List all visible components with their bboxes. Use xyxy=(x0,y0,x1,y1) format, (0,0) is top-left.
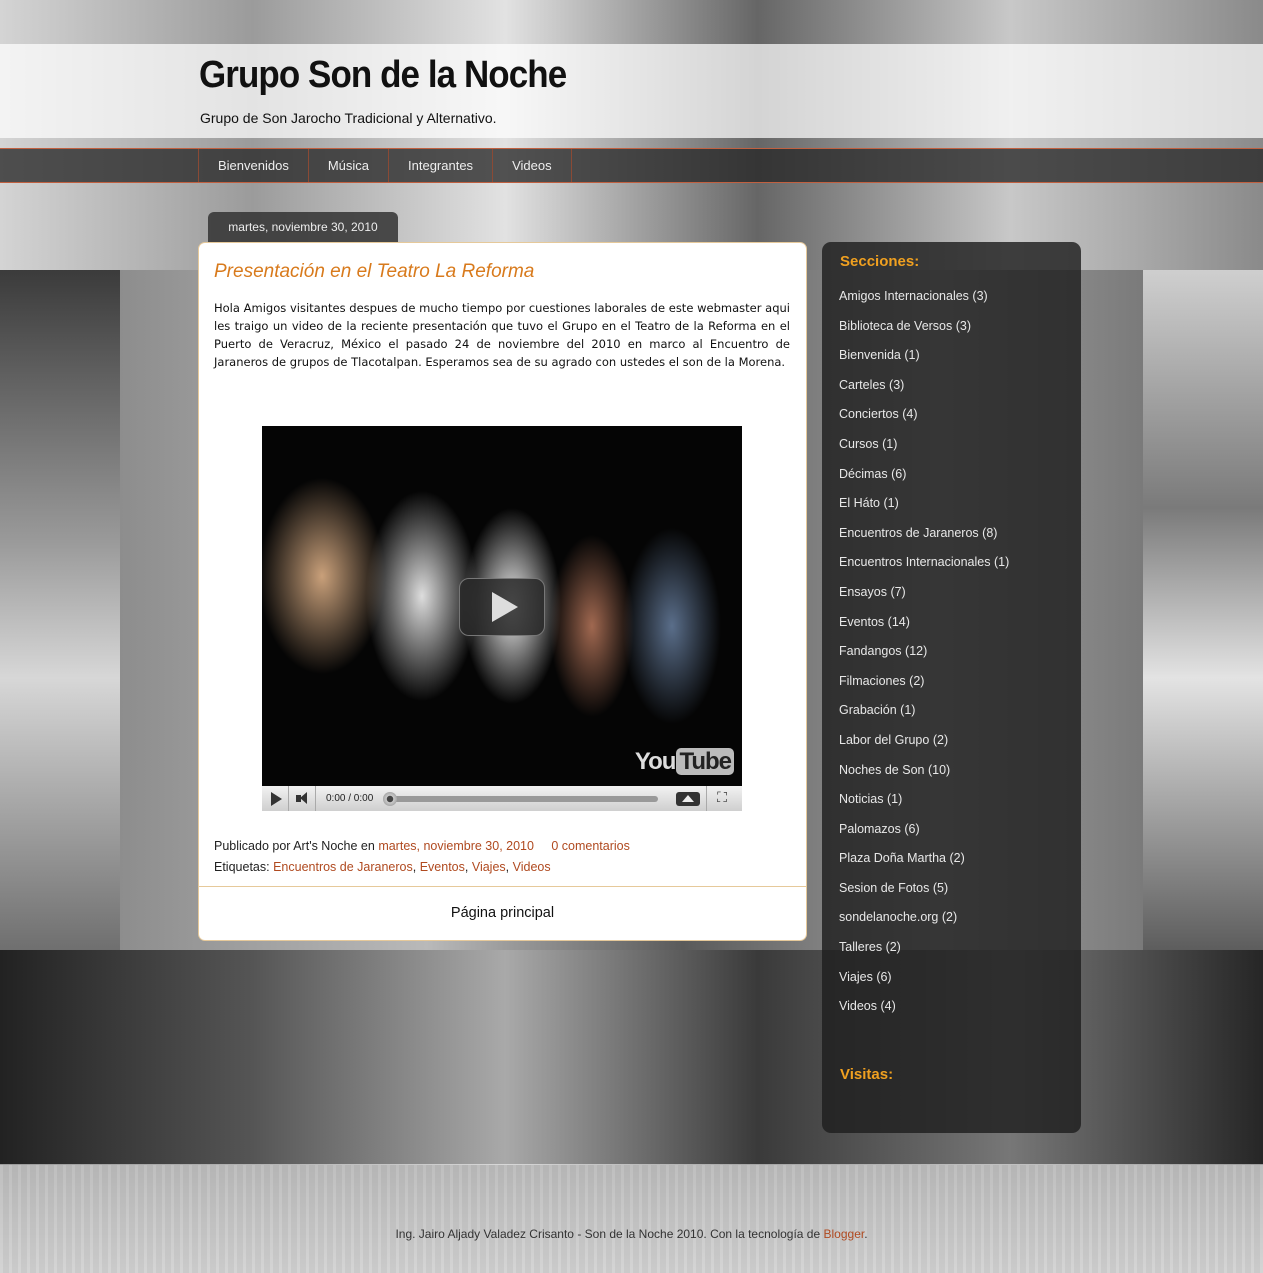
published-by-text: Publicado por Art's Noche en xyxy=(214,839,375,853)
sections-list: Amigos Internacionales (3) Biblioteca de… xyxy=(839,282,1009,1022)
page-tabs: Bienvenidos Música Integrantes Videos xyxy=(198,149,572,182)
list-item[interactable]: Plaza Doña Martha (2) xyxy=(839,844,1009,874)
home-link[interactable]: Página principal xyxy=(199,905,806,921)
label-link[interactable]: Videos xyxy=(513,860,551,874)
header-band xyxy=(0,44,1263,138)
list-item[interactable]: sondelanoche.org (2) xyxy=(839,903,1009,933)
seek-handle[interactable] xyxy=(383,791,397,806)
tab-musica[interactable]: Música xyxy=(307,149,388,182)
video-controls: 0:00 / 0:00 ⛶ xyxy=(262,786,742,811)
sections-title: Secciones: xyxy=(840,253,920,270)
list-item[interactable]: Eventos (14) xyxy=(839,608,1009,638)
list-item[interactable]: Fandangos (12) xyxy=(839,637,1009,667)
footer-credits: Ing. Jairo Aljady Valadez Crisanto - Son… xyxy=(395,1227,868,1241)
tab-integrantes[interactable]: Integrantes xyxy=(388,149,492,182)
list-item[interactable]: Noticias (1) xyxy=(839,785,1009,815)
list-item[interactable]: Biblioteca de Versos (3) xyxy=(839,312,1009,342)
post-card: Presentación en el Teatro La Reforma Hol… xyxy=(198,242,807,941)
post-footer: Publicado por Art's Noche en martes, nov… xyxy=(214,836,630,878)
list-item[interactable]: Talleres (2) xyxy=(839,933,1009,963)
site-title[interactable]: Grupo Son de la Noche xyxy=(199,54,567,97)
list-item[interactable]: Filmaciones (2) xyxy=(839,667,1009,697)
post-date-header: martes, noviembre 30, 2010 xyxy=(208,212,398,242)
list-item[interactable]: Bienvenida (1) xyxy=(839,341,1009,371)
tab-bienvenidos[interactable]: Bienvenidos xyxy=(198,149,308,182)
divider xyxy=(199,886,806,887)
list-item[interactable]: El Háto (1) xyxy=(839,489,1009,519)
list-item[interactable]: Viajes (6) xyxy=(839,963,1009,993)
play-icon[interactable] xyxy=(262,786,289,811)
list-item[interactable]: Conciertos (4) xyxy=(839,400,1009,430)
list-item[interactable]: Cursos (1) xyxy=(839,430,1009,460)
list-item[interactable]: Labor del Grupo (2) xyxy=(839,726,1009,756)
sidebar: Secciones: Amigos Internacionales (3) Bi… xyxy=(822,242,1081,1133)
label-link[interactable]: Viajes xyxy=(472,860,506,874)
nav-band xyxy=(0,148,1263,183)
tab-videos[interactable]: Videos xyxy=(492,149,572,182)
list-item[interactable]: Palomazos (6) xyxy=(839,815,1009,845)
post-meta-line: Publicado por Art's Noche en martes, nov… xyxy=(214,836,630,857)
youtube-logo[interactable]: You Tube xyxy=(635,748,734,776)
list-item[interactable]: Ensayos (7) xyxy=(839,578,1009,608)
video-time: 0:00 / 0:00 xyxy=(326,793,374,804)
list-item[interactable]: Carteles (3) xyxy=(839,371,1009,401)
play-overlay-icon[interactable] xyxy=(459,578,545,636)
blogger-link[interactable]: Blogger xyxy=(824,1227,865,1241)
comments-link[interactable]: 0 comentarios xyxy=(551,839,630,853)
volume-icon[interactable] xyxy=(289,786,316,811)
list-item[interactable]: Noches de Son (10) xyxy=(839,756,1009,786)
post-labels-line: Etiquetas: Encuentros de Jaraneros, Even… xyxy=(214,860,551,874)
footer-band xyxy=(0,1164,1263,1273)
list-item[interactable]: Videos (4) xyxy=(839,992,1009,1022)
label-link[interactable]: Encuentros de Jaraneros xyxy=(273,860,413,874)
youtube-video-player[interactable]: You Tube 0:00 / 0:00 ⛶ xyxy=(262,426,742,811)
list-item[interactable]: Amigos Internacionales (3) xyxy=(839,282,1009,312)
quality-toggle-icon[interactable] xyxy=(676,791,700,806)
labels-prefix: Etiquetas: xyxy=(214,860,270,874)
post-title[interactable]: Presentación en el Teatro La Reforma xyxy=(214,261,534,283)
list-item[interactable]: Sesion de Fotos (5) xyxy=(839,874,1009,904)
list-item[interactable]: Décimas (6) xyxy=(839,460,1009,490)
background-photo-left xyxy=(0,270,120,950)
list-item[interactable]: Grabación (1) xyxy=(839,696,1009,726)
post-body: Hola Amigos visitantes despues de mucho … xyxy=(214,301,790,369)
background-photo-right xyxy=(1143,270,1263,950)
visits-title: Visitas: xyxy=(840,1066,894,1083)
label-link[interactable]: Eventos xyxy=(420,860,465,874)
list-item[interactable]: Encuentros de Jaraneros (8) xyxy=(839,519,1009,549)
site-description: Grupo de Son Jarocho Tradicional y Alter… xyxy=(200,110,497,126)
post-date-link[interactable]: martes, noviembre 30, 2010 xyxy=(378,839,534,853)
seek-bar[interactable] xyxy=(383,791,658,806)
fullscreen-icon[interactable]: ⛶ xyxy=(706,786,737,811)
list-item[interactable]: Encuentros Internacionales (1) xyxy=(839,548,1009,578)
